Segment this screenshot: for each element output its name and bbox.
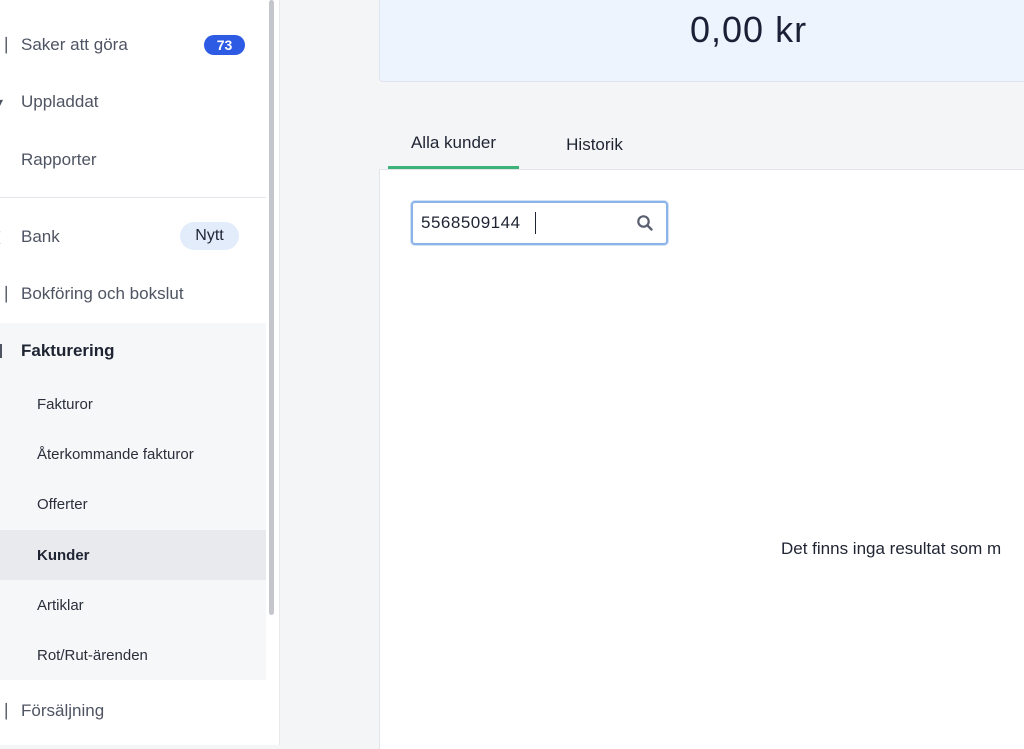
sidebar-section-invoicing[interactable]: Fakturering <box>21 341 115 361</box>
subitem-label: Rot/Rut-ärenden <box>37 646 148 664</box>
empty-results-message: Det finns inga resultat som m <box>781 539 1002 558</box>
sidebar-item-label: Försäljning <box>21 700 105 720</box>
search-input[interactable] <box>421 211 621 235</box>
sidebar-subitem-quotes[interactable]: Offerter <box>0 479 266 529</box>
sidebar-item-sales[interactable]: ▕ Försäljning <box>0 682 266 739</box>
subitem-label: Artiklar <box>37 596 84 614</box>
customer-list-panel: Det finns inga resultat som m <box>379 169 1024 749</box>
tab-label: Alla kunder <box>410 133 497 152</box>
tab-history[interactable]: Historik <box>543 120 646 169</box>
sidebar-item-bookkeeping[interactable]: ▕ Bokföring och bokslut <box>0 265 266 322</box>
sidebar: ▕ Saker att göra 73 ▾ Uppladdat Rapporte… <box>0 0 266 745</box>
subitem-label: Fakturor <box>37 395 93 413</box>
sidebar-item-label: Rapporter <box>21 149 97 169</box>
bookkeeping-icon: ▕ <box>0 286 7 302</box>
sidebar-subitem-invoices[interactable]: Fakturor <box>0 379 266 429</box>
sidebar-subitem-customers[interactable]: Kunder <box>0 530 266 580</box>
tab-all-customers[interactable]: Alla kunder <box>388 120 519 169</box>
search-icon[interactable] <box>636 214 654 232</box>
sidebar-subitem-rot-rut[interactable]: Rot/Rut-ärenden <box>0 630 266 680</box>
sidebar-item-label: Saker att göra <box>21 34 128 54</box>
sidebar-item-reports[interactable]: Rapporter <box>0 131 266 188</box>
subitem-label: Återkommande fakturor <box>37 445 194 463</box>
summary-card: 0,00 kr <box>379 0 1024 82</box>
todo-count-badge: 73 <box>204 35 245 55</box>
subitem-label: Kunder <box>37 546 90 564</box>
sidebar-item-label: Bank <box>21 226 60 246</box>
subitem-label: Offerter <box>37 495 88 513</box>
invoicing-icon <box>0 344 2 358</box>
sidebar-item-label: Uppladdat <box>21 91 99 111</box>
todo-icon: ▕ <box>0 37 7 53</box>
upload-icon: ▾ <box>0 95 4 109</box>
sidebar-item-label: Bokföring och bokslut <box>21 283 184 303</box>
sidebar-subitem-articles[interactable]: Artiklar <box>0 580 266 630</box>
search-box[interactable] <box>411 201 668 245</box>
sidebar-divider <box>0 197 266 198</box>
summary-amount: 0,00 kr <box>690 9 808 50</box>
sidebar-subitem-recurring-invoices[interactable]: Återkommande fakturor <box>0 429 266 479</box>
sidebar-scrollbar[interactable] <box>269 0 274 615</box>
tab-label: Historik <box>566 134 623 154</box>
sidebar-item-uploaded[interactable]: ▾ Uppladdat <box>0 73 266 130</box>
new-badge: Nytt <box>180 222 239 250</box>
bank-icon: ⟨ <box>0 230 4 244</box>
sidebar-item-todo[interactable]: ▕ Saker att göra 73 <box>0 16 266 73</box>
sales-icon: ▕ <box>0 703 7 719</box>
text-caret <box>535 212 536 234</box>
sidebar-item-bank[interactable]: ⟨ Bank Nytt <box>0 208 266 265</box>
main-content: 0,00 kr Alla kunder Historik Det finns i… <box>280 0 1024 749</box>
